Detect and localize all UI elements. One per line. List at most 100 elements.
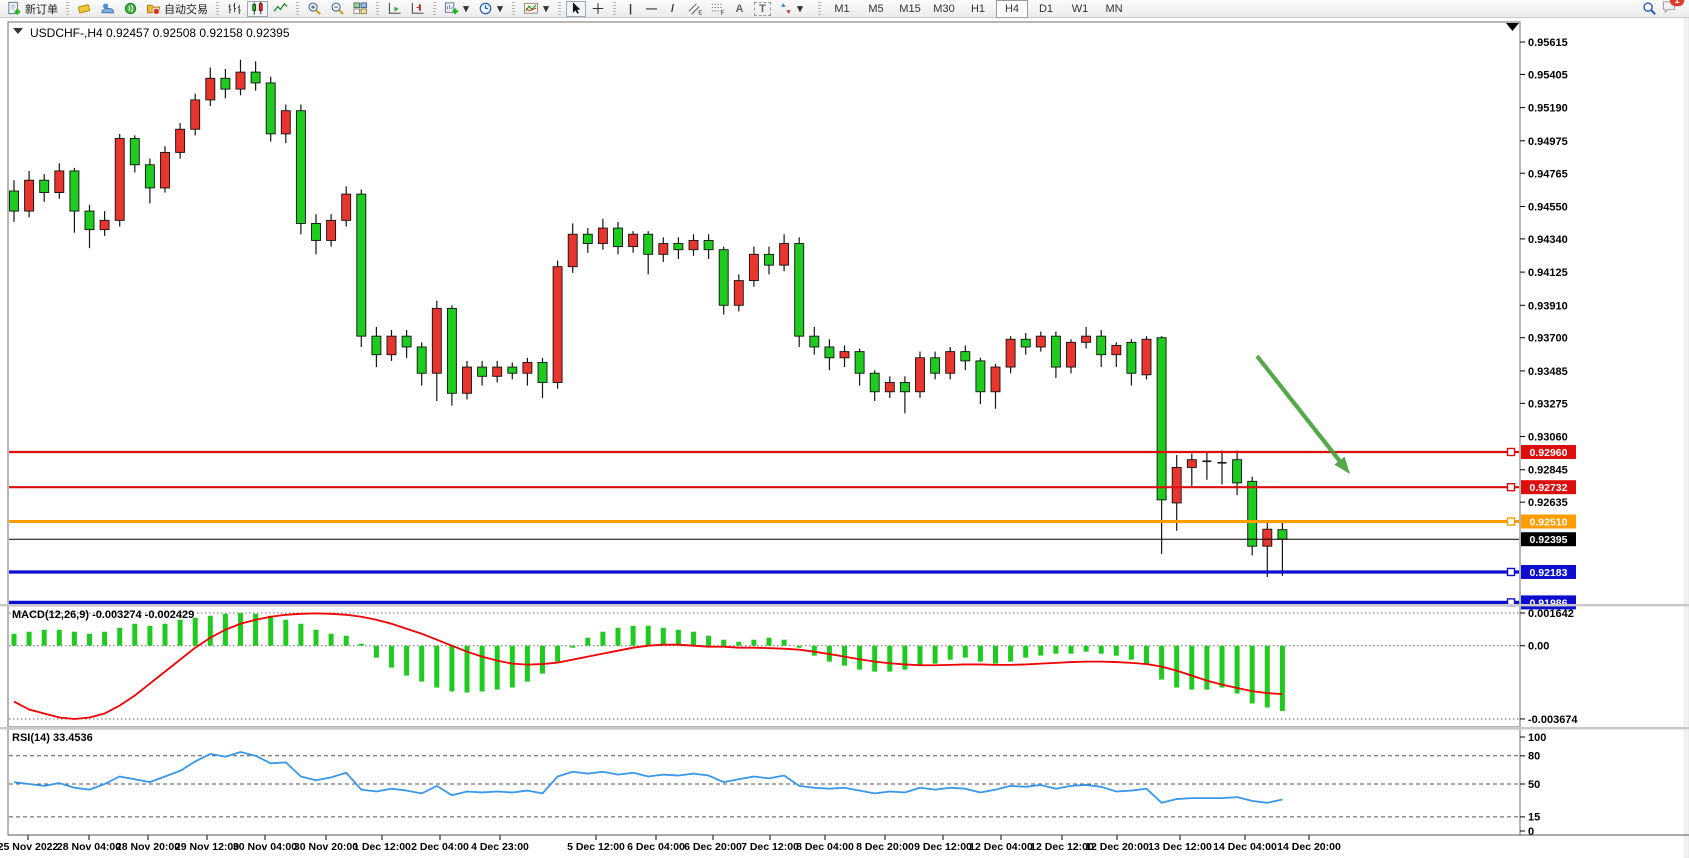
timeframe-button-M30[interactable]: M30: [928, 0, 960, 18]
hline-anchor[interactable]: [1508, 448, 1515, 455]
candle-body: [100, 220, 109, 229]
auto-scroll-button[interactable]: [384, 1, 405, 17]
date-tick-label: 5 Dec 12:00: [567, 841, 625, 853]
candlestick-chart-icon: [250, 1, 265, 16]
hline-anchor[interactable]: [1508, 484, 1515, 491]
price-tick-label: 0.94975: [1528, 136, 1568, 148]
new-order-label: 新订单: [25, 1, 58, 17]
vertical-line-button[interactable]: |: [621, 1, 640, 17]
dropdown-caret-icon: ▾: [542, 2, 550, 15]
candle-body: [1233, 460, 1242, 483]
search-button[interactable]: [1639, 1, 1660, 17]
timeframe-button-M1[interactable]: M1: [826, 0, 858, 18]
date-tick-label: 4 Dec 23:00: [471, 841, 529, 853]
auto-scroll-icon: [387, 1, 402, 16]
notification-badge: 1: [1670, 0, 1684, 6]
price-tick-label: 0.93910: [1528, 300, 1568, 312]
zoom-in-button[interactable]: [304, 1, 325, 17]
candle-body: [1157, 338, 1166, 500]
candle-body: [855, 352, 864, 374]
vertical-line-icon: |: [624, 3, 637, 15]
chart-shift-button[interactable]: [407, 1, 428, 17]
bar-chart-button[interactable]: [224, 1, 245, 17]
hline-anchor[interactable]: [1508, 568, 1515, 575]
candle-body: [387, 336, 396, 355]
date-tick-label: 30 Nov 20:00: [294, 841, 358, 853]
candle-body: [598, 228, 607, 243]
candle-body: [281, 111, 290, 134]
timeframe-button-M15[interactable]: M15: [894, 0, 926, 18]
trendline-button[interactable]: /: [663, 1, 682, 17]
price-tick-label: 0.92845: [1528, 465, 1568, 477]
candle: [161, 146, 170, 192]
candle-body: [493, 367, 502, 376]
new-chart-button[interactable]: ▾: [441, 1, 473, 17]
main-chart-pane[interactable]: [8, 22, 1520, 604]
candle-body: [191, 100, 200, 129]
signals-icon: [123, 1, 138, 16]
text-button[interactable]: A: [730, 1, 749, 17]
candle: [463, 361, 472, 400]
autotrading-button[interactable]: 自动交易: [143, 1, 211, 17]
timeframe-button-W1[interactable]: W1: [1064, 0, 1096, 18]
candle-body: [689, 240, 698, 249]
fibonacci-button[interactable]: F: [707, 1, 728, 17]
price-tick-label: 0.94550: [1528, 201, 1568, 213]
timeframe-button-H4[interactable]: H4: [996, 0, 1028, 18]
candle-body: [825, 347, 834, 358]
candle-body: [734, 281, 743, 306]
text-label-button[interactable]: T: [751, 1, 774, 17]
timeframe-button-D1[interactable]: D1: [1030, 0, 1062, 18]
timeframe-button-M5[interactable]: M5: [860, 0, 892, 18]
line-chart-button[interactable]: [270, 1, 291, 17]
hline-anchor[interactable]: [1508, 518, 1515, 525]
price-tick-label: 0.95405: [1528, 69, 1568, 81]
candle: [795, 237, 804, 347]
macd-tick-label: -0.003674: [1528, 714, 1578, 726]
macd-pane[interactable]: [8, 606, 1520, 727]
text-label-icon: T: [754, 2, 771, 16]
rsi-pane[interactable]: [8, 729, 1520, 835]
candle-body: [1067, 342, 1076, 367]
candle-body: [644, 234, 653, 254]
bar-chart-icon: [227, 1, 242, 16]
price-tick-label: 0.94125: [1528, 267, 1568, 279]
cursor-button[interactable]: [566, 1, 586, 17]
new-order-button[interactable]: 新订单: [4, 1, 61, 17]
notifications-button[interactable]: 1: [1661, 0, 1678, 19]
signals-button[interactable]: [120, 1, 141, 17]
candle-body: [478, 367, 487, 376]
zoom-out-button[interactable]: [327, 1, 348, 17]
date-tick-label: 2 Dec 04:00: [411, 841, 469, 853]
candlestick-chart-button[interactable]: [247, 1, 268, 17]
pane-divider[interactable]: [0, 727, 1689, 729]
rsi-tick-label: 80: [1528, 751, 1540, 763]
candle-body: [659, 244, 668, 255]
channel-button[interactable]: E: [684, 1, 705, 17]
toolbar-grip: [558, 2, 561, 15]
candle-body: [176, 129, 185, 152]
periods-button[interactable]: ▾: [475, 1, 507, 17]
chart-area[interactable]: 0.929600.927320.925100.921830.919860.923…: [0, 18, 1689, 858]
date-tick-label: 14 Dec 04:00: [1213, 841, 1277, 853]
indicators-button[interactable]: ▾: [520, 1, 553, 17]
candle: [191, 94, 200, 136]
candle-body: [115, 139, 124, 221]
toolbar-grip: [376, 2, 379, 15]
community-button[interactable]: [97, 1, 118, 17]
candle-body: [795, 244, 804, 337]
arrows-tool-button[interactable]: ▾: [776, 1, 807, 17]
right-scroll-strip[interactable]: [1685, 18, 1689, 858]
toolbar-grip: [216, 2, 219, 15]
candle-body: [614, 228, 623, 247]
candle-body: [327, 220, 336, 240]
timeframe-group: M1M5M15M30H1H4D1W1MN: [825, 0, 1131, 18]
editor-button[interactable]: [74, 1, 95, 17]
timeframe-button-MN[interactable]: MN: [1098, 0, 1130, 18]
tile-windows-button[interactable]: [350, 1, 371, 17]
pane-divider[interactable]: [0, 604, 1689, 606]
crosshair-button[interactable]: [588, 1, 608, 17]
horizontal-line-button[interactable]: —: [642, 1, 661, 17]
main-toolbar: 新订单 自动交易: [0, 0, 1689, 18]
timeframe-button-H1[interactable]: H1: [962, 0, 994, 18]
